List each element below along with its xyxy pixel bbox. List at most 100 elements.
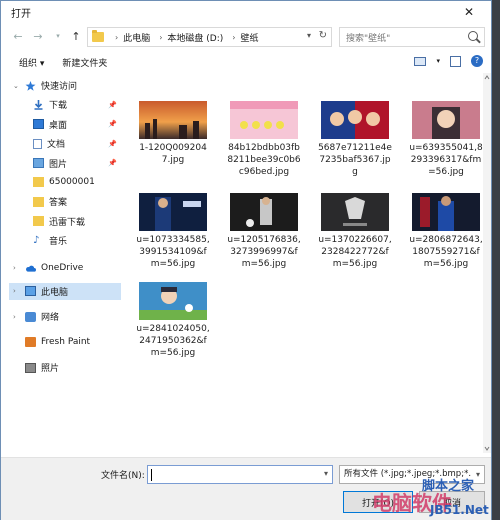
address-bar[interactable]: › 此电脑 › 本地磁盘 (D:) › 壁纸 ▾ ↻ bbox=[87, 27, 332, 47]
nav-network[interactable]: › 网络 bbox=[9, 308, 121, 325]
pin-icon: 📌 bbox=[108, 120, 117, 129]
nav-music[interactable]: ♪ 音乐 bbox=[9, 232, 121, 249]
forward-button[interactable]: → bbox=[31, 29, 45, 43]
expand-arrow-icon[interactable]: ⌄ bbox=[13, 82, 19, 90]
new-folder-button[interactable]: 新建文件夹 bbox=[62, 56, 107, 69]
file-item[interactable]: u=1370226607,2328422772&fm=56.jpg bbox=[311, 193, 399, 283]
nav-label: 音乐 bbox=[49, 237, 68, 248]
pin-icon: 📌 bbox=[108, 139, 117, 148]
up-button[interactable]: ↑ bbox=[69, 29, 83, 43]
view-mode-icon[interactable] bbox=[414, 56, 427, 66]
document-icon bbox=[33, 138, 42, 149]
chevron-down-icon[interactable]: ▾ bbox=[324, 469, 328, 478]
view-dropdown-icon[interactable]: ▾ bbox=[436, 57, 440, 65]
nav-label: 迅雷下载 bbox=[49, 217, 86, 228]
pin-icon: 📌 bbox=[108, 159, 117, 168]
file-item[interactable]: 1-120Q0092047.jpg bbox=[129, 101, 217, 191]
file-name-input[interactable]: ▾ bbox=[147, 465, 333, 484]
expand-arrow-icon[interactable]: › bbox=[13, 264, 16, 272]
help-icon[interactable]: ? bbox=[471, 55, 483, 67]
file-list: 1-120Q0092047.jpg 84b12bdbb03fb8211bee39… bbox=[129, 101, 489, 431]
folder-icon bbox=[92, 30, 104, 42]
title-bar: 打开 ✕ bbox=[1, 1, 491, 23]
file-item[interactable]: u=639355041,8293396317&fm=56.jpg bbox=[402, 101, 490, 191]
arrow-right-icon: → bbox=[33, 29, 43, 43]
nav-fresh-paint[interactable]: Fresh Paint bbox=[9, 334, 121, 351]
nav-downloads[interactable]: 下载 📌 bbox=[9, 96, 121, 113]
chevron-down-icon: ▾ bbox=[475, 470, 480, 479]
photos-icon bbox=[25, 362, 36, 373]
cancel-button[interactable]: 取消 bbox=[419, 491, 485, 513]
close-button[interactable]: ✕ bbox=[447, 1, 491, 23]
nav-label: 桌面 bbox=[49, 120, 68, 131]
file-type-value: 所有文件 (*.jpg;*.jpeg;*.bmp;*. bbox=[344, 469, 472, 479]
nav-label: 快速访问 bbox=[41, 82, 78, 92]
file-item[interactable]: u=1205176836,3273996997&fm=56.jpg bbox=[220, 193, 308, 283]
nav-label: 下载 bbox=[49, 101, 68, 112]
thumbnail-image bbox=[139, 101, 207, 139]
open-button[interactable]: 打开(O) bbox=[343, 491, 413, 513]
nav-pictures[interactable]: 图片 📌 bbox=[9, 155, 121, 172]
chevron-right-icon: › bbox=[159, 32, 163, 42]
nav-documents[interactable]: 文档 📌 bbox=[9, 135, 121, 152]
search-icon bbox=[468, 31, 478, 41]
file-item[interactable]: u=2806872643,1807559271&fm=56.jpg bbox=[402, 193, 490, 283]
file-name: u=639355041,8293396317&fm=56.jpg bbox=[409, 143, 483, 177]
folder-icon bbox=[33, 196, 44, 207]
recent-locations-button[interactable]: ▾ bbox=[51, 29, 65, 43]
nav-label: Fresh Paint bbox=[41, 337, 91, 348]
nav-folder-answers[interactable]: 答案 bbox=[9, 193, 121, 210]
nav-desktop[interactable]: 桌面 📌 bbox=[9, 116, 121, 133]
thumbnail-image bbox=[139, 282, 207, 320]
file-name-label: 文件名(N): bbox=[101, 471, 145, 481]
file-type-select[interactable]: 所有文件 (*.jpg;*.jpeg;*.bmp;*. ▾ bbox=[339, 465, 485, 484]
preview-pane-icon[interactable] bbox=[450, 55, 461, 67]
breadcrumb-this-pc[interactable]: 此电脑 bbox=[123, 31, 150, 44]
file-name: u=1073334585,3991534109&fm=56.jpg bbox=[136, 235, 210, 269]
address-dropdown-icon[interactable]: ▾ bbox=[307, 31, 311, 40]
expand-arrow-icon[interactable]: › bbox=[13, 287, 16, 295]
nav-folder-xunlei[interactable]: 迅雷下载 bbox=[9, 213, 121, 230]
nav-this-pc[interactable]: › 此电脑 bbox=[9, 282, 121, 300]
arrow-up-icon: ↑ bbox=[71, 29, 81, 43]
expand-arrow-icon[interactable]: › bbox=[13, 313, 16, 321]
file-name: 84b12bdbb03fb8211bee39c0b6c96bed.jpg bbox=[227, 143, 301, 177]
back-button[interactable]: ← bbox=[11, 29, 25, 43]
refresh-icon[interactable]: ↻ bbox=[319, 30, 327, 41]
command-bar: 组织 ▾ 新建文件夹 ▾ ? bbox=[1, 51, 491, 73]
thumbnail-image bbox=[412, 193, 480, 231]
open-button-label: 打开(O) bbox=[361, 498, 395, 509]
thumbnail-image bbox=[321, 193, 389, 231]
nav-quick-access[interactable]: ⌄ 快速访问 bbox=[9, 77, 121, 94]
file-name: u=2841024050,2471950362&fm=56.jpg bbox=[136, 324, 210, 358]
nav-photos[interactable]: 照片 bbox=[9, 359, 121, 376]
fresh-paint-icon bbox=[25, 337, 36, 348]
chevron-right-icon: › bbox=[232, 32, 236, 42]
search-input[interactable]: 搜索"壁纸" bbox=[339, 27, 485, 47]
file-name: 1-120Q0092047.jpg bbox=[139, 143, 207, 165]
file-name: u=1205176836,3273996997&fm=56.jpg bbox=[227, 235, 301, 269]
download-icon bbox=[34, 99, 43, 110]
nav-label: 照片 bbox=[41, 364, 60, 375]
folder-icon bbox=[33, 177, 44, 188]
file-item[interactable]: 84b12bdbb03fb8211bee39c0b6c96bed.jpg bbox=[220, 101, 308, 191]
navigation-pane: ⌄ 快速访问 下载 📌 桌面 📌 文档 📌 图片 📌 65000001 答案 迅… bbox=[9, 77, 121, 452]
file-item[interactable]: u=1073334585,3991534109&fm=56.jpg bbox=[129, 193, 217, 283]
thumbnail-image bbox=[412, 101, 480, 139]
vertical-scrollbar[interactable] bbox=[483, 73, 491, 453]
folder-icon bbox=[33, 216, 44, 227]
organize-button[interactable]: 组织 ▾ bbox=[19, 56, 44, 69]
star-icon bbox=[25, 80, 36, 91]
thumbnail-image bbox=[230, 193, 298, 231]
open-file-dialog: 打开 ✕ ← → ▾ ↑ › 此电脑 › 本地磁盘 (D:) › 壁纸 ▾ ↻ … bbox=[0, 0, 492, 520]
nav-label: 图片 bbox=[49, 159, 68, 170]
breadcrumb-wallpaper[interactable]: 壁纸 bbox=[240, 31, 258, 44]
nav-onedrive[interactable]: › OneDrive bbox=[9, 260, 121, 277]
file-item[interactable]: 5687e71211e4e7235baf5367.jpg bbox=[311, 101, 399, 191]
pin-icon: 📌 bbox=[108, 100, 117, 109]
nav-label: 网络 bbox=[41, 313, 60, 324]
nav-folder-65000001[interactable]: 65000001 bbox=[9, 174, 121, 191]
nav-label: 答案 bbox=[49, 198, 68, 209]
breadcrumb-drive-d[interactable]: 本地磁盘 (D:) bbox=[167, 31, 223, 44]
file-item[interactable]: u=2841024050,2471950362&fm=56.jpg bbox=[129, 282, 217, 372]
